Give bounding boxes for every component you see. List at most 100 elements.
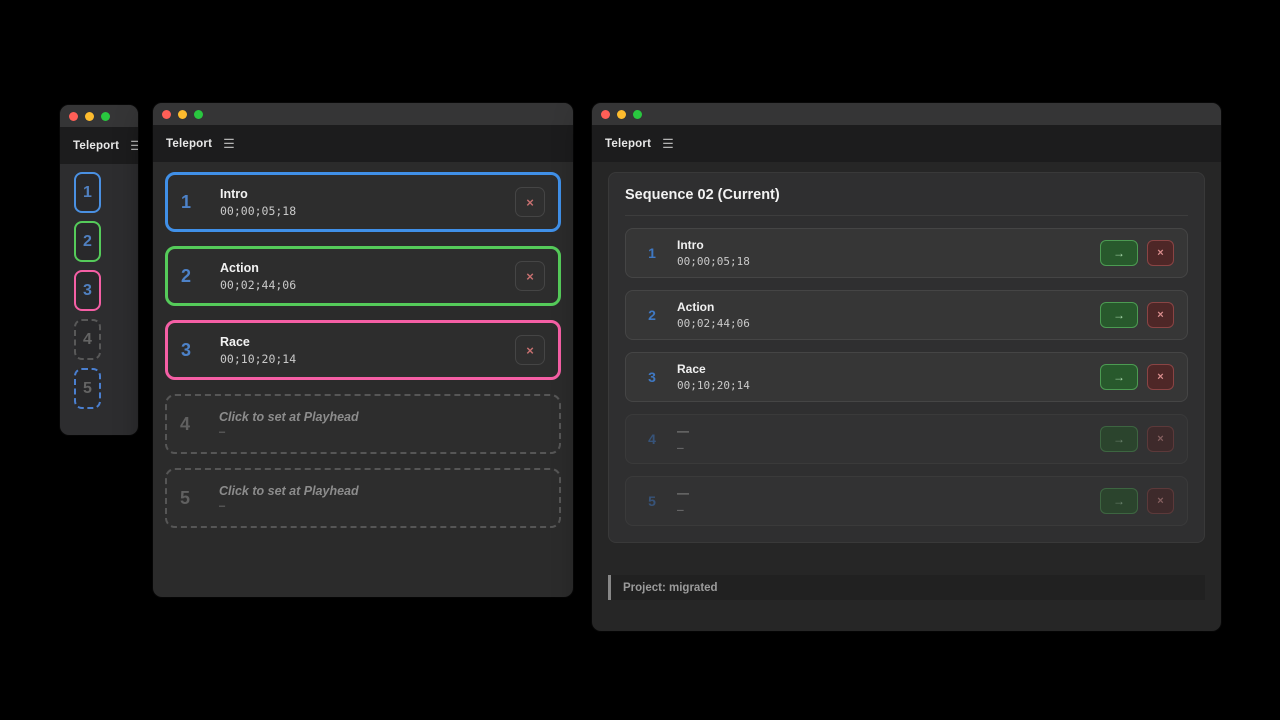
remove-cue-4-button[interactable]: × — [1147, 426, 1174, 452]
row-info: Action 00;02;44;06 — [677, 300, 750, 330]
cue-number: 3 — [181, 340, 207, 361]
row-info: — – — [677, 486, 689, 516]
cue-name: Race — [220, 335, 296, 349]
row-actions: → × — [1100, 426, 1174, 452]
cue-item-2[interactable]: 2 Action 00;02;44;06 × — [165, 246, 561, 306]
cue-info: Click to set at Playhead – — [219, 484, 359, 512]
sequence-row-3: 3 Race 00;10;20;14 → × — [625, 352, 1188, 402]
sequence-row-4: 4 — – → × — [625, 414, 1188, 464]
app-header: Teleport ☰ — [60, 127, 138, 164]
row-number: 5 — [639, 493, 665, 509]
cue-number: 2 — [181, 266, 207, 287]
zoom-button[interactable] — [633, 110, 642, 119]
mini-slot-1[interactable]: 1 — [74, 172, 101, 213]
minimize-button[interactable] — [617, 110, 626, 119]
cue-item-5[interactable]: 5 Click to set at Playhead – — [165, 468, 561, 528]
row-actions: → × — [1100, 240, 1174, 266]
titlebar[interactable] — [153, 103, 573, 125]
cue-timecode: 00;02;44;06 — [220, 278, 296, 292]
app-title: Teleport — [166, 138, 212, 150]
cue-info: Action 00;02;44;06 — [220, 261, 296, 292]
teleport-mini-window: Teleport ☰ 1 2 3 4 5 — [60, 105, 138, 435]
cue-number: 1 — [181, 192, 207, 213]
remove-cue-1-button[interactable]: × — [1147, 240, 1174, 266]
row-info: Race 00;10;20;14 — [677, 362, 750, 392]
remove-cue-3-button[interactable]: × — [1147, 364, 1174, 390]
row-actions: → × — [1100, 364, 1174, 390]
hamburger-menu-icon[interactable]: ☰ — [662, 137, 674, 150]
hamburger-menu-icon[interactable]: ☰ — [223, 137, 235, 150]
sequence-panel: Sequence 02 (Current) 1 Intro 00;00;05;1… — [608, 172, 1205, 543]
row-info: Intro 00;00;05;18 — [677, 238, 750, 268]
cue-number: 4 — [180, 414, 206, 435]
mini-slot-list: 1 2 3 4 5 — [60, 164, 138, 409]
sequence-row-1: 1 Intro 00;00;05;18 → × — [625, 228, 1188, 278]
row-info: — – — [677, 424, 689, 454]
zoom-button[interactable] — [101, 112, 110, 121]
go-to-cue-1-button[interactable]: → — [1100, 240, 1138, 266]
cue-empty-dash: – — [219, 426, 359, 438]
row-timecode: – — [677, 441, 689, 454]
cue-number: 5 — [180, 488, 206, 509]
teleport-manager-window: Teleport ☰ Sequence 02 (Current) 1 Intro… — [592, 103, 1221, 631]
row-name: Race — [677, 362, 750, 376]
row-timecode: – — [677, 503, 689, 516]
minimize-button[interactable] — [85, 112, 94, 121]
remove-cue-3-button[interactable]: × — [515, 335, 545, 365]
titlebar[interactable] — [592, 103, 1221, 125]
cue-item-3[interactable]: 3 Race 00;10;20;14 × — [165, 320, 561, 380]
zoom-button[interactable] — [194, 110, 203, 119]
cue-name: Action — [220, 261, 296, 275]
titlebar[interactable] — [60, 105, 138, 127]
row-timecode: 00;10;20;14 — [677, 379, 750, 392]
remove-cue-1-button[interactable]: × — [515, 187, 545, 217]
app-title: Teleport — [73, 140, 119, 152]
mini-slot-5[interactable]: 5 — [74, 368, 101, 409]
cue-info: Race 00;10;20;14 — [220, 335, 296, 366]
cue-placeholder: Click to set at Playhead — [219, 410, 359, 424]
row-name: Action — [677, 300, 750, 314]
cue-timecode: 00;10;20;14 — [220, 352, 296, 366]
mini-slot-2[interactable]: 2 — [74, 221, 101, 262]
cue-item-4[interactable]: 4 Click to set at Playhead – — [165, 394, 561, 454]
close-button[interactable] — [601, 110, 610, 119]
go-to-cue-5-button[interactable]: → — [1100, 488, 1138, 514]
sequence-row-2: 2 Action 00;02;44;06 → × — [625, 290, 1188, 340]
teleport-list-window: Teleport ☰ 1 Intro 00;00;05;18 × 2 Actio… — [153, 103, 573, 597]
desktop: Teleport ☰ 1 2 3 4 5 Teleport ☰ 1 Intro — [0, 0, 1280, 720]
row-name: Intro — [677, 238, 750, 252]
row-actions: → × — [1100, 302, 1174, 328]
row-number: 1 — [639, 245, 665, 261]
row-number: 4 — [639, 431, 665, 447]
row-name: — — [677, 486, 689, 500]
sequence-row-5: 5 — – → × — [625, 476, 1188, 526]
cue-placeholder: Click to set at Playhead — [219, 484, 359, 498]
close-button[interactable] — [162, 110, 171, 119]
go-to-cue-2-button[interactable]: → — [1100, 302, 1138, 328]
cue-timecode: 00;00;05;18 — [220, 204, 296, 218]
cue-info: Intro 00;00;05;18 — [220, 187, 296, 218]
remove-cue-5-button[interactable]: × — [1147, 488, 1174, 514]
remove-cue-2-button[interactable]: × — [515, 261, 545, 291]
row-timecode: 00;00;05;18 — [677, 255, 750, 268]
hamburger-menu-icon[interactable]: ☰ — [130, 139, 138, 152]
go-to-cue-4-button[interactable]: → — [1100, 426, 1138, 452]
remove-cue-2-button[interactable]: × — [1147, 302, 1174, 328]
minimize-button[interactable] — [178, 110, 187, 119]
project-status-bar: Project: migrated — [608, 575, 1205, 600]
row-number: 3 — [639, 369, 665, 385]
cue-list: 1 Intro 00;00;05;18 × 2 Action 00;02;44;… — [153, 162, 573, 528]
row-actions: → × — [1100, 488, 1174, 514]
app-header: Teleport ☰ — [153, 125, 573, 162]
row-name: — — [677, 424, 689, 438]
cue-info: Click to set at Playhead – — [219, 410, 359, 438]
row-number: 2 — [639, 307, 665, 323]
cue-name: Intro — [220, 187, 296, 201]
go-to-cue-3-button[interactable]: → — [1100, 364, 1138, 390]
divider — [625, 215, 1188, 216]
mini-slot-4[interactable]: 4 — [74, 319, 101, 360]
app-title: Teleport — [605, 138, 651, 150]
cue-item-1[interactable]: 1 Intro 00;00;05;18 × — [165, 172, 561, 232]
close-button[interactable] — [69, 112, 78, 121]
mini-slot-3[interactable]: 3 — [74, 270, 101, 311]
